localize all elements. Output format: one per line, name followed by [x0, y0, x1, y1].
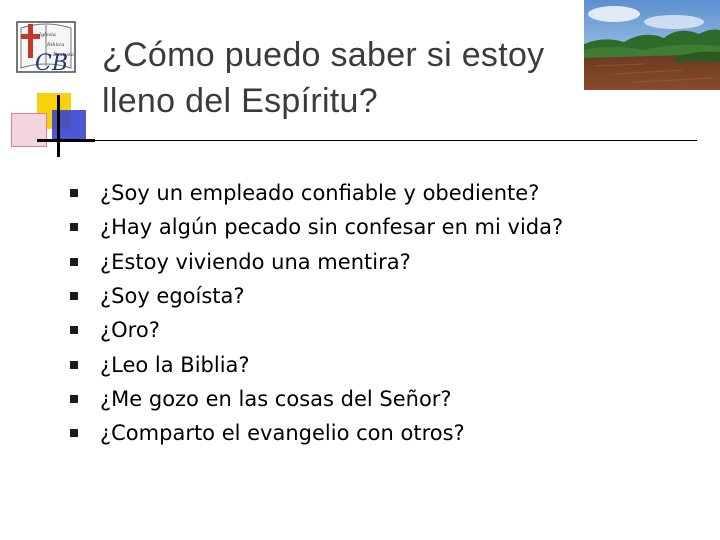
logo-word-2: Bíblica	[46, 41, 64, 48]
slide-title-line-1: ¿Cómo puedo saber si estoy	[102, 36, 545, 74]
accent-horizontal-bar	[37, 139, 95, 142]
question-list: ¿Soy un empleado confiable y obediente? …	[70, 176, 563, 450]
square-bullet-icon	[70, 292, 78, 301]
slide: CB Iglesia Bíblica Bautista ¿Cómo puedo …	[0, 0, 720, 540]
square-bullet-icon	[70, 257, 78, 266]
square-bullet-icon	[70, 189, 78, 198]
square-bullet-icon	[70, 429, 78, 438]
church-logo: CB Iglesia Bíblica Bautista	[16, 21, 76, 76]
square-bullet-icon	[70, 326, 78, 335]
logo-word-3: Bautista	[52, 52, 74, 58]
slide-title-line-2: lleno del Espíritu?	[102, 82, 378, 120]
logo-word-1: Iglesia	[38, 32, 56, 38]
list-item: ¿Hay algún pecado sin confesar en mi vid…	[70, 210, 563, 244]
square-bullet-icon	[70, 223, 78, 232]
list-item: ¿Oro?	[70, 313, 563, 347]
square-bullet-icon	[70, 360, 78, 369]
slide-title: ¿Cómo puedo saber si estoy lleno del Esp…	[102, 32, 622, 124]
list-item: ¿Soy un empleado confiable y obediente?	[70, 176, 563, 210]
list-item: ¿Me gozo en las cosas del Señor?	[70, 382, 563, 416]
square-bullet-icon	[70, 394, 78, 403]
title-divider-line	[37, 140, 697, 141]
accent-vertical-line	[57, 95, 60, 157]
list-item: ¿Comparto el evangelio con otros?	[70, 416, 563, 450]
list-item: ¿Leo la Biblia?	[70, 347, 563, 381]
list-item: ¿Soy egoísta?	[70, 279, 563, 313]
list-item: ¿Estoy viviendo una mentira?	[70, 245, 563, 279]
